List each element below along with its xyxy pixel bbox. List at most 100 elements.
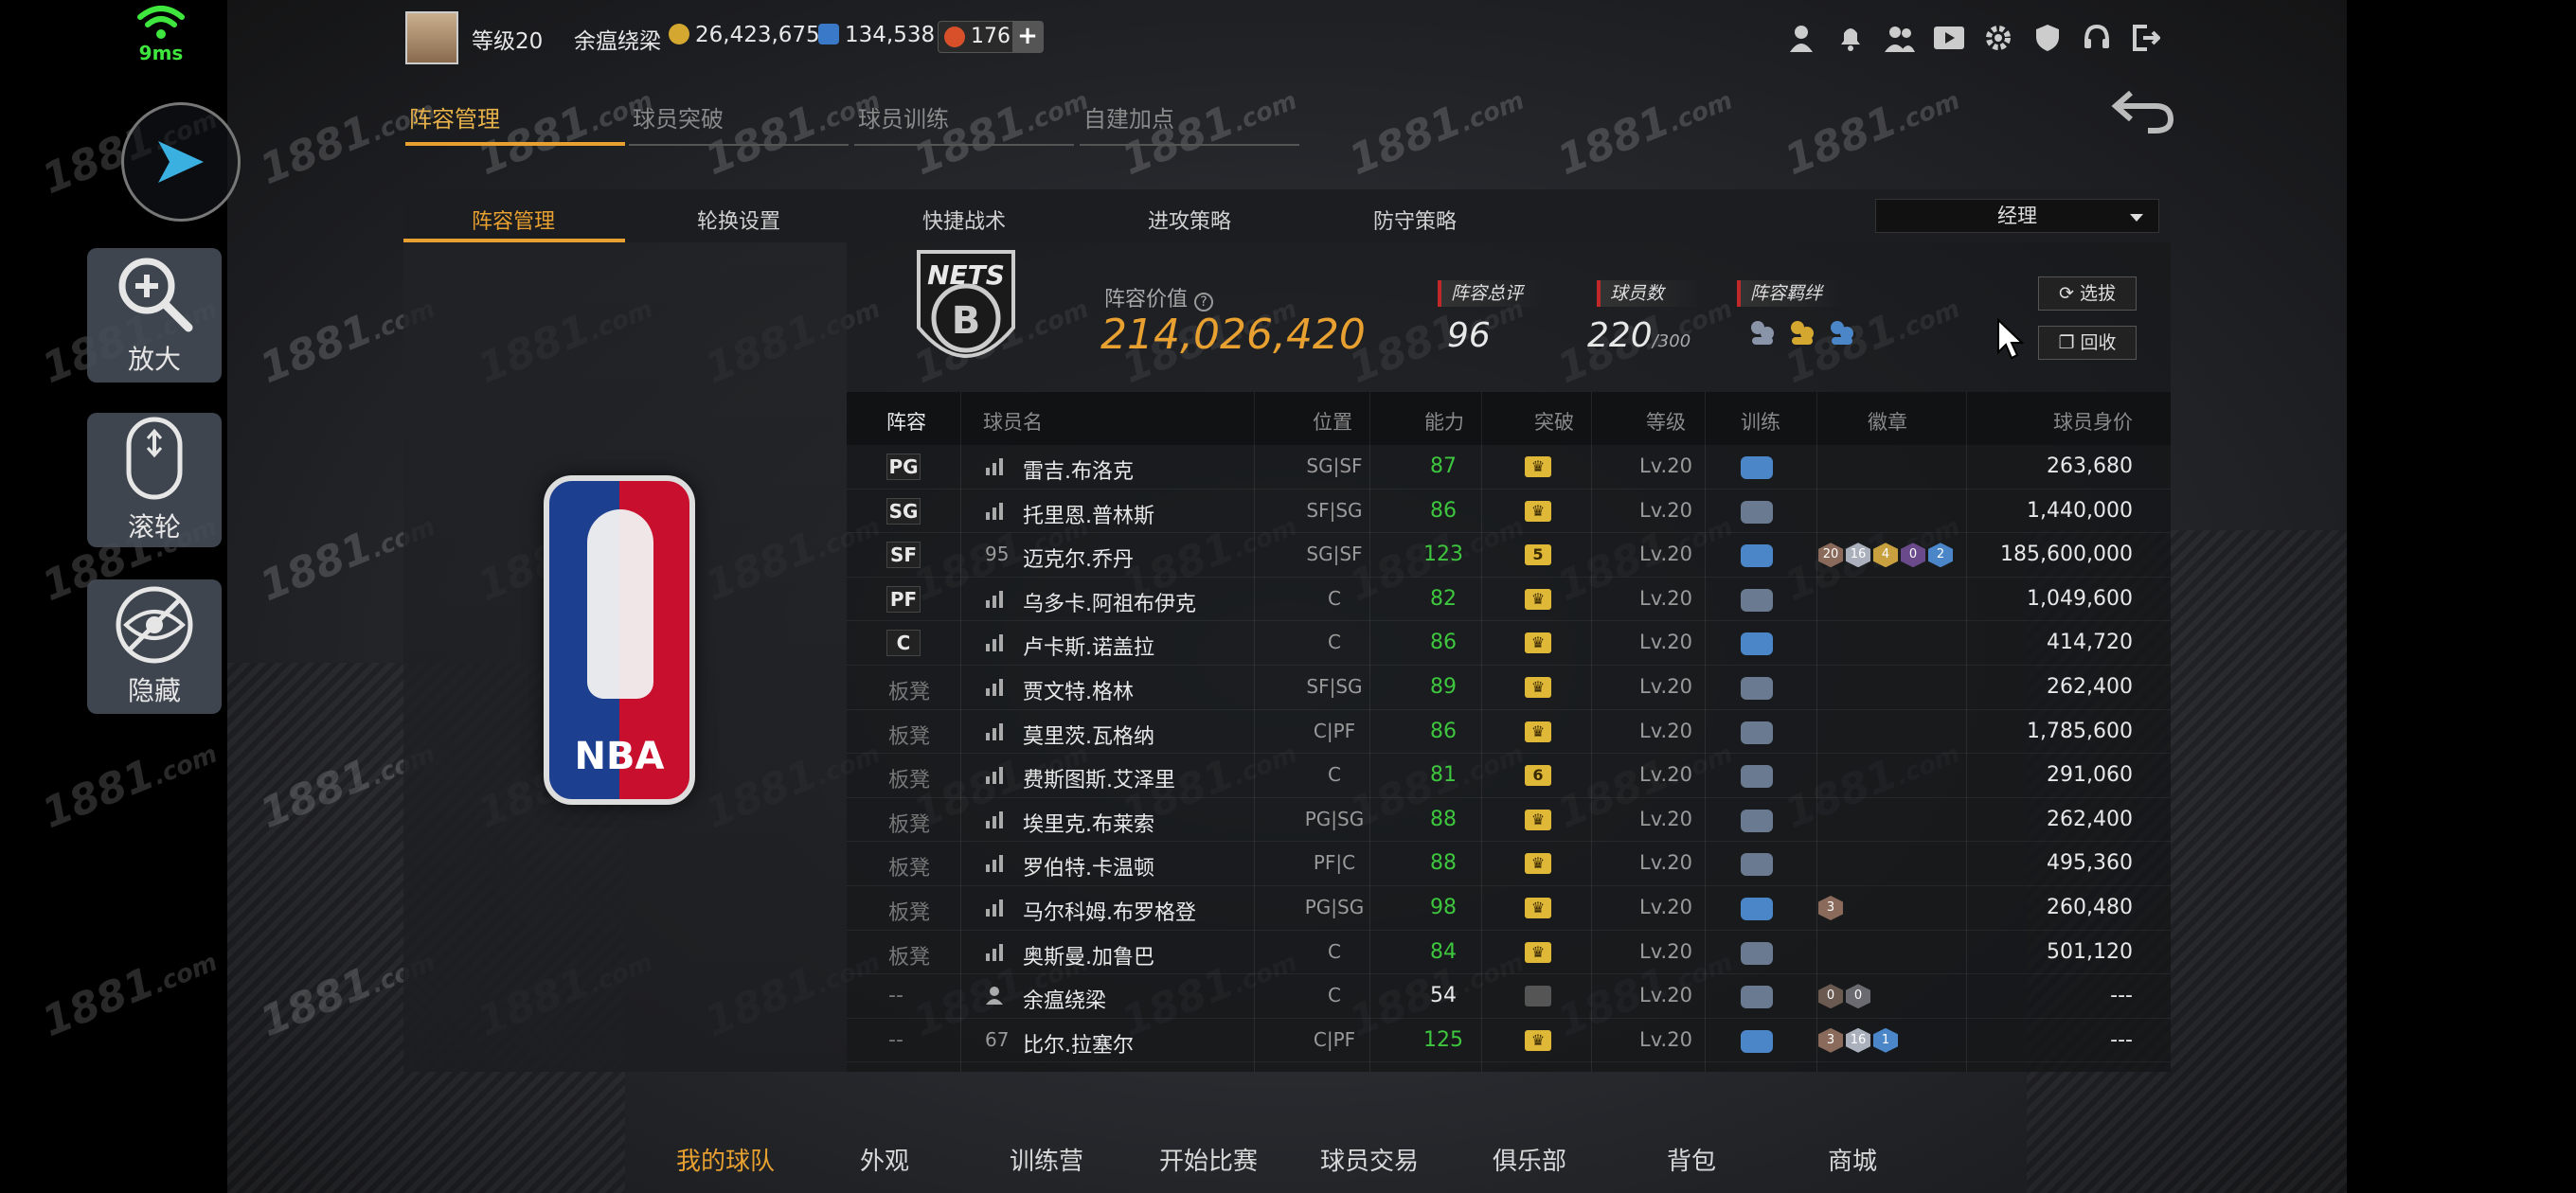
training-crown-icon[interactable] <box>1741 677 1773 700</box>
tab-player-training[interactable]: 球员训练 <box>854 100 1074 146</box>
subtab-lineup[interactable]: 阵容管理 <box>472 205 555 235</box>
lineup-slot: 板凳 <box>888 769 931 793</box>
player-level: Lv.20 <box>1639 454 1692 477</box>
navigate-button[interactable] <box>121 102 241 222</box>
headset-icon[interactable] <box>2072 21 2121 55</box>
nav-training-camp[interactable]: 训练营 <box>1010 1142 1083 1177</box>
copy-icon: ❐ <box>2058 332 2081 353</box>
nba-logo-text: NBA <box>574 735 665 778</box>
breakthrough-badge-icon[interactable]: ♛ <box>1525 588 1551 610</box>
player-name: 埃里克.布莱索 <box>1023 812 1154 837</box>
table-row[interactable]: 板凳 费斯图斯.艾泽里 C 81 6 Lv.20 291,060 <box>847 754 2171 798</box>
table-row[interactable]: 板凳 莫里茨.瓦格纳 C|PF 86 ♛ Lv.20 1,785,600 <box>847 710 2171 755</box>
nav-backpack[interactable]: 背包 <box>1667 1142 1716 1177</box>
help-icon[interactable]: ? <box>1194 293 1214 312</box>
user-icon[interactable] <box>1777 21 1826 55</box>
bond-icons[interactable] <box>1746 316 1858 348</box>
table-row[interactable]: 板凳 贾文特.格林 SF|SG 89 ♛ Lv.20 262,400 <box>847 666 2171 710</box>
breakthrough-badge-icon[interactable]: 5 <box>1525 544 1551 566</box>
breakthrough-badge-icon[interactable]: ♛ <box>1525 632 1551 654</box>
bell-icon[interactable] <box>1826 21 1875 55</box>
player-level: Lv.20 <box>1639 807 1692 830</box>
training-crown-icon[interactable] <box>1741 765 1773 789</box>
wheel-tool-button[interactable]: 滚轮 <box>87 413 222 547</box>
arrow-cursor-icon <box>158 141 204 183</box>
breakthrough-badge-icon[interactable]: ♛ <box>1525 941 1551 963</box>
breakthrough-badge-icon[interactable]: ♛ <box>1525 809 1551 830</box>
gold-value: 26,423,675 <box>695 23 820 47</box>
gear-icon[interactable] <box>1974 21 2023 55</box>
subtab-quick-tactics[interactable]: 快捷战术 <box>922 205 1006 235</box>
tab-lineup-management[interactable]: 阵容管理 <box>405 100 625 146</box>
badge-list[interactable]: 20 16 4 0 2 <box>1818 543 1953 568</box>
zoom-tool-button[interactable]: 放大 <box>87 248 222 383</box>
friends-icon[interactable] <box>1875 21 1924 55</box>
lineup-slot: PG <box>886 454 921 480</box>
training-crown-icon[interactable] <box>1741 1029 1773 1053</box>
training-crown-icon[interactable] <box>1741 898 1773 920</box>
table-row[interactable]: SF 95 迈克尔.乔丹 SG|SF 123 5 Lv.20 20 16 4 0 2 185,600,0… <box>847 533 2171 578</box>
table-row[interactable]: -- 余瘟绕梁 C 54 Lv.20 0 0 --- <box>847 974 2171 1019</box>
player-name: 余瘟绕梁 <box>1023 989 1107 1014</box>
select-button[interactable]: ⟳ 选拔 <box>2038 276 2137 311</box>
training-crown-icon[interactable] <box>1741 500 1773 524</box>
nav-shop[interactable]: 商城 <box>1828 1142 1877 1177</box>
nav-my-team[interactable]: 我的球队 <box>676 1142 775 1177</box>
table-row[interactable]: 板凳 罗伯特.卡温顿 PF|C 88 ♛ Lv.20 495,360 <box>847 842 2171 886</box>
badge-list[interactable]: 00 <box>1818 984 1870 1009</box>
breakthrough-badge-icon[interactable]: ♛ <box>1525 898 1551 918</box>
table-row[interactable]: -- 67 比尔.拉塞尔 C|PF 125 ♛ Lv.20 3 16 1 --- <box>847 1019 2171 1063</box>
training-crown-icon[interactable] <box>1741 721 1773 744</box>
breakthrough-badge-icon[interactable]: ♛ <box>1525 853 1551 875</box>
table-row[interactable]: PG 雷吉.布洛克 SG|SF 87 ♛ Lv.20 263,680 <box>847 445 2171 490</box>
player-name: 比尔.拉塞尔 <box>1023 1033 1134 1058</box>
player-position: C|PF <box>1313 719 1356 742</box>
nav-appearance[interactable]: 外观 <box>860 1142 909 1177</box>
training-crown-icon[interactable] <box>1741 853 1773 877</box>
table-row[interactable]: 板凳 马尔科姆.布罗格登 PG|SG 98 ♛ Lv.20 3 260,480 <box>847 886 2171 931</box>
table-row[interactable]: 板凳 奥斯曼.加鲁巴 C 84 ♛ Lv.20 501,120 <box>847 931 2171 975</box>
training-crown-icon[interactable] <box>1741 809 1773 832</box>
training-crown-icon[interactable] <box>1741 456 1773 479</box>
subtab-defense[interactable]: 防守策略 <box>1373 205 1457 235</box>
video-icon[interactable] <box>1924 21 1974 55</box>
hide-tool-button[interactable]: 隐藏 <box>87 579 222 714</box>
breakthrough-badge-icon[interactable]: 6 <box>1525 765 1551 787</box>
back-button[interactable] <box>2110 89 2176 140</box>
tab-custom-points[interactable]: 自建加点 <box>1080 100 1299 146</box>
player-name: 奥斯曼.加鲁巴 <box>1023 945 1154 970</box>
avatar[interactable] <box>405 11 458 64</box>
table-row[interactable]: C 卢卡斯.诺盖拉 C 86 ♛ Lv.20 414,720 <box>847 621 2171 666</box>
table-row[interactable]: 板凳 埃里克.布莱索 PG|SG 88 ♛ Lv.20 262,400 <box>847 798 2171 843</box>
coupon-value: 176 <box>971 25 1011 48</box>
training-crown-icon[interactable] <box>1741 986 1773 1009</box>
breakthrough-badge-icon[interactable]: ♛ <box>1525 1029 1551 1051</box>
table-row[interactable]: PF 乌多卡.阿祖布伊克 C 82 ♛ Lv.20 1,049,600 <box>847 578 2171 622</box>
recycle-button[interactable]: ❐ 回收 <box>2038 326 2137 360</box>
shield-icon[interactable] <box>2023 21 2072 55</box>
nav-start-game[interactable]: 开始比赛 <box>1159 1142 1258 1177</box>
tab-player-breakthrough[interactable]: 球员突破 <box>629 100 849 146</box>
role-dropdown[interactable]: 经理 <box>1875 199 2159 233</box>
nav-player-trade[interactable]: 球员交易 <box>1320 1142 1419 1177</box>
player-price: 495,360 <box>2047 851 2133 876</box>
badge-list[interactable]: 3 <box>1818 896 1843 920</box>
training-crown-icon[interactable] <box>1741 941 1773 965</box>
breakthrough-badge-icon[interactable]: ♛ <box>1525 500 1551 522</box>
subtab-offense[interactable]: 进攻策略 <box>1148 205 1231 235</box>
training-crown-icon[interactable] <box>1741 588 1773 612</box>
player-position: SF|SG <box>1306 675 1363 698</box>
exit-icon[interactable] <box>2121 21 2171 55</box>
table-row[interactable]: SG 托里恩.普林斯 SF|SG 86 ♛ Lv.20 1,440,000 <box>847 490 2171 534</box>
subtab-rotation[interactable]: 轮换设置 <box>697 205 780 235</box>
training-crown-icon[interactable] <box>1741 544 1773 568</box>
breakthrough-badge-icon[interactable]: ♛ <box>1525 677 1551 698</box>
nav-club[interactable]: 俱乐部 <box>1493 1142 1566 1177</box>
training-crown-icon[interactable] <box>1741 632 1773 656</box>
breakthrough-badge-icon[interactable]: ♛ <box>1525 721 1551 742</box>
lineup-slot: C <box>886 630 921 657</box>
breakthrough-badge-icon[interactable]: ♛ <box>1525 456 1551 477</box>
breakthrough-badge-icon[interactable] <box>1525 986 1551 1007</box>
badge-list[interactable]: 3 16 1 <box>1818 1027 1898 1053</box>
add-currency-button[interactable]: + <box>1012 22 1043 52</box>
